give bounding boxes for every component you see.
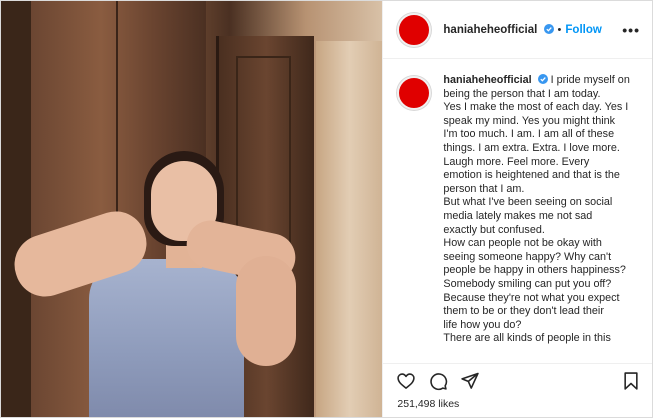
action-bar xyxy=(383,363,652,397)
heart-icon xyxy=(397,372,416,389)
caption-line: Because they're not what you expect xyxy=(443,291,620,304)
caption-line: people be happy in others happiness? xyxy=(443,264,626,277)
caption-line: Somebody smiling can put you off? xyxy=(443,277,612,290)
comment-icon xyxy=(430,372,448,390)
instagram-post: haniaheheofficial • Follow ••• haniahehe… xyxy=(0,0,653,418)
caption-line: But what I've been seeing on social xyxy=(443,196,613,209)
photo-wall xyxy=(1,1,33,417)
caption-line: Laugh more. Feel more. Every xyxy=(443,155,590,168)
bookmark-icon xyxy=(624,371,638,390)
caption-line: I pride myself on xyxy=(550,74,630,86)
caption-line: person that I am. xyxy=(443,182,525,195)
photo-dress xyxy=(89,259,244,417)
separator-dot: • xyxy=(557,23,562,36)
photo-arm-right-lower xyxy=(236,256,296,366)
caption-line: seeing someone happy? Why can't xyxy=(443,250,612,263)
caption-line: them to be or they don't lead their xyxy=(443,305,604,318)
caption-line: life how you do? xyxy=(443,318,522,331)
caption-line: things. I am extra. Extra. I love more. xyxy=(443,141,620,154)
caption-line: speak my mind. Yes you might think xyxy=(443,114,616,127)
caption-text: haniaheheofficial I pride myself on bein… xyxy=(443,74,630,346)
caption-line: Yes I make the most of each day. Yes I xyxy=(443,101,629,114)
comment-button[interactable] xyxy=(427,370,449,392)
caption-line: exactly but confused. xyxy=(443,223,545,236)
caption-line: being the person that I am today. xyxy=(443,87,601,100)
post-sidebar: haniaheheofficial • Follow ••• haniahehe… xyxy=(382,1,652,417)
verified-badge-icon xyxy=(543,23,554,34)
avatar[interactable] xyxy=(397,12,432,47)
share-icon xyxy=(461,372,480,389)
follow-button[interactable]: Follow xyxy=(565,24,601,36)
photo-shelf xyxy=(316,41,383,417)
header-username[interactable]: haniaheheofficial xyxy=(443,24,537,36)
caption-area: haniaheheofficial I pride myself on bein… xyxy=(383,60,652,360)
save-button[interactable] xyxy=(620,370,642,392)
more-options-button[interactable]: ••• xyxy=(622,22,640,38)
header-username-wrap: haniaheheofficial xyxy=(443,23,554,36)
caption-avatar[interactable] xyxy=(397,76,432,110)
post-photo[interactable] xyxy=(1,1,383,417)
caption-line: How can people not be okay with xyxy=(443,237,602,250)
caption-line: media lately makes me not sad xyxy=(443,209,593,222)
share-button[interactable] xyxy=(459,370,481,392)
caption-line: I'm too much. I am. I am all of these xyxy=(443,128,615,141)
caption-line: emotion is heightened and that is the xyxy=(443,169,620,182)
like-button[interactable] xyxy=(395,370,417,392)
caption-row: haniaheheofficial I pride myself on bein… xyxy=(397,74,640,346)
likes-count[interactable]: 251,498 likes xyxy=(397,398,459,410)
post-header: haniaheheofficial • Follow ••• xyxy=(383,1,652,59)
caption-username[interactable]: haniaheheofficial xyxy=(443,74,531,86)
verified-badge-icon xyxy=(537,74,548,84)
caption-line: There are all kinds of people in this xyxy=(443,332,611,345)
